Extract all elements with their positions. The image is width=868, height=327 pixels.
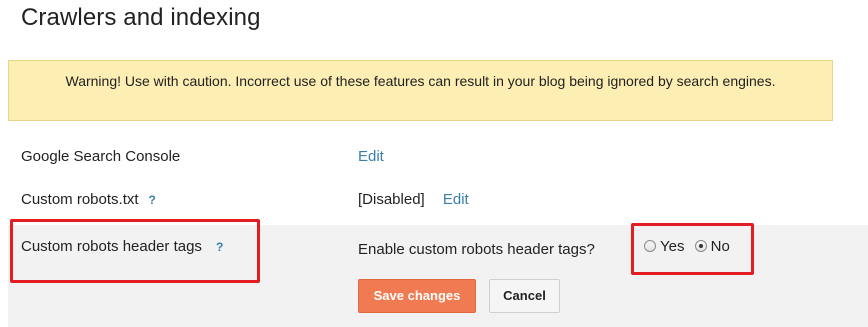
warning-banner: Warning! Use with caution. Incorrect use… <box>8 60 833 121</box>
robots-txt-label-wrap: Custom robots.txt? <box>21 191 156 208</box>
save-changes-button[interactable]: Save changes <box>358 279 476 313</box>
robots-txt-status: [Disabled] <box>358 191 425 208</box>
robots-header-question: Enable custom robots header tags? <box>358 241 595 258</box>
robots-txt-label: Custom robots.txt <box>21 191 139 208</box>
search-console-value: Edit <box>358 148 384 165</box>
annotation-highlight-label <box>10 219 260 283</box>
search-console-row: Google Search Console Edit <box>8 148 868 172</box>
cancel-button[interactable]: Cancel <box>489 279 560 313</box>
search-console-label: Google Search Console <box>21 148 181 165</box>
robots-txt-row: Custom robots.txt? [Disabled] Edit <box>8 191 868 215</box>
robots-txt-value: [Disabled] Edit <box>358 191 469 208</box>
settings-page: Crawlers and indexing Warning! Use with … <box>0 0 868 327</box>
section-title: Crawlers and indexing <box>21 4 261 31</box>
help-icon[interactable]: ? <box>149 193 156 207</box>
robots-txt-edit-link[interactable]: Edit <box>443 191 469 208</box>
search-console-edit-link[interactable]: Edit <box>358 148 384 165</box>
annotation-highlight-radios <box>631 223 754 275</box>
